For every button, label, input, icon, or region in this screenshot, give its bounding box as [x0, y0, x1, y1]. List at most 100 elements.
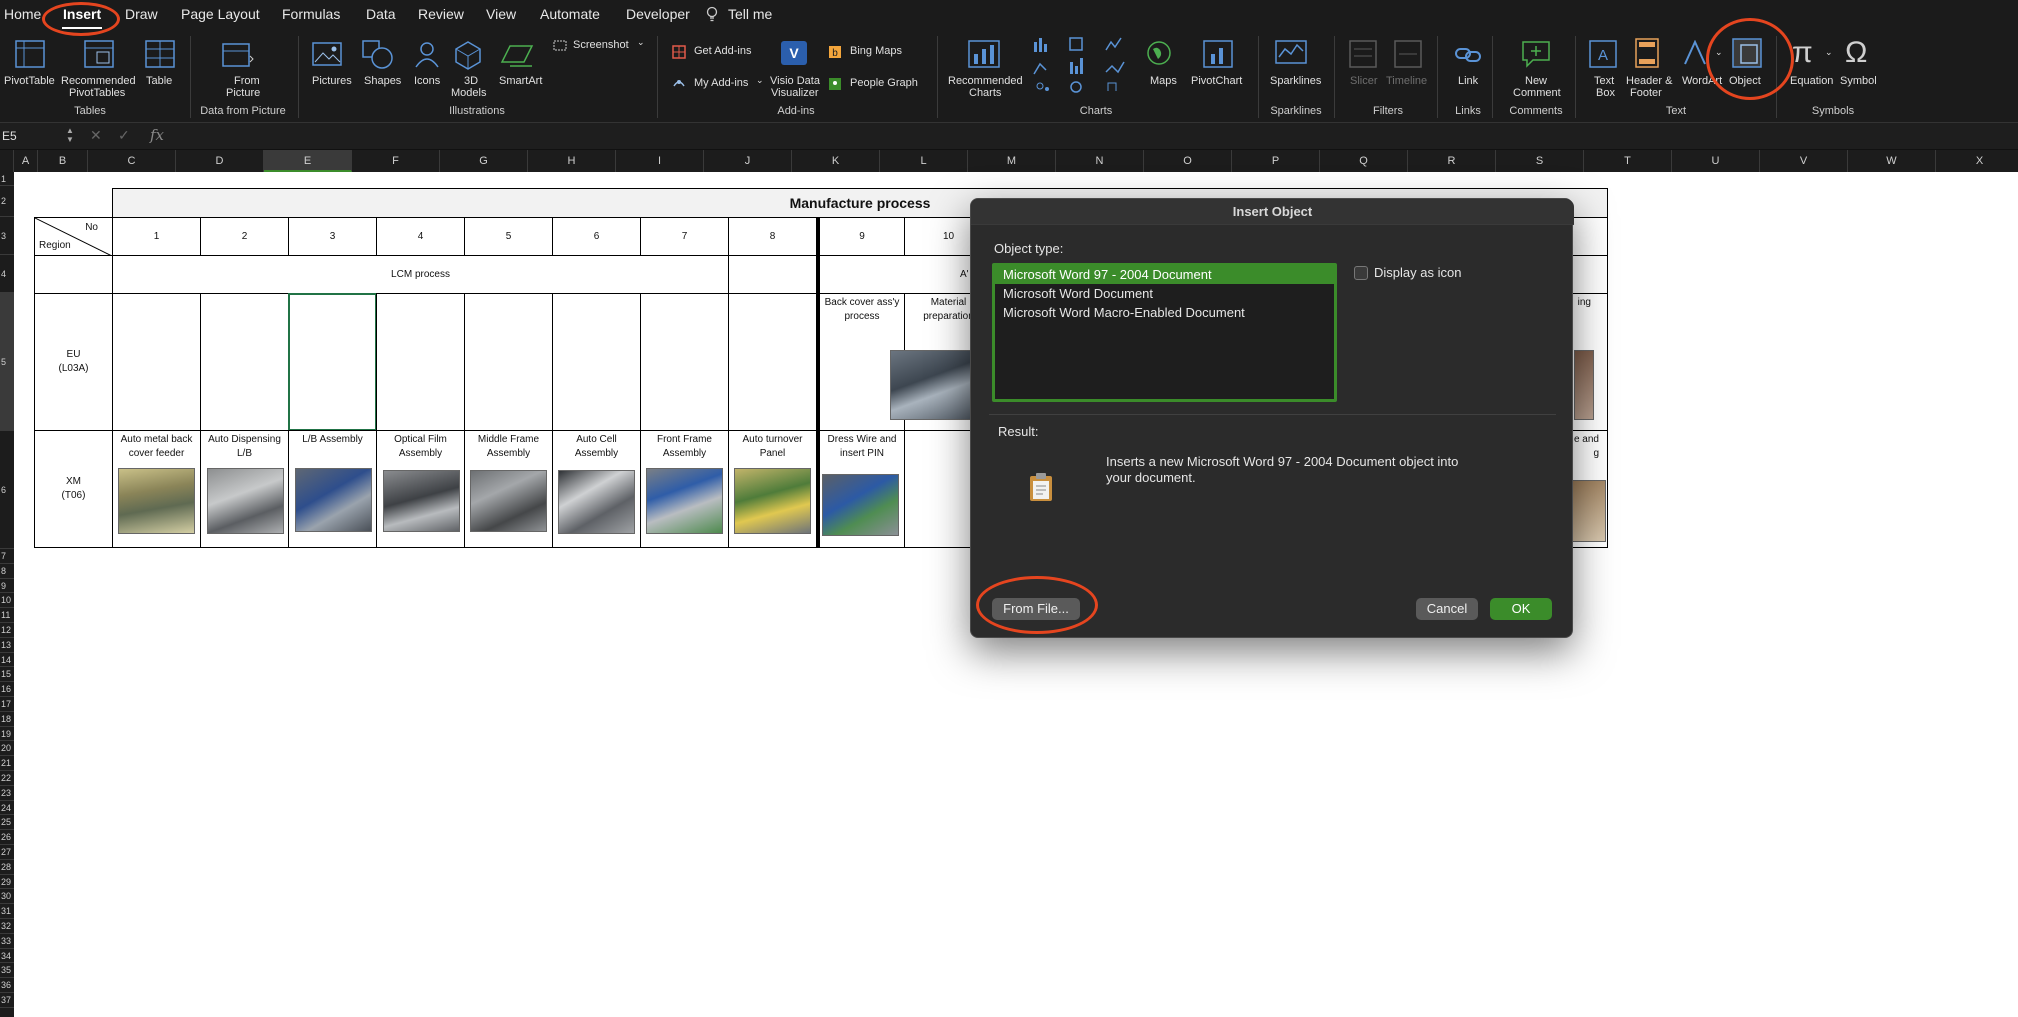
eu-cell[interactable]	[376, 293, 465, 431]
eu-region-cell[interactable]: EU (L03A)	[34, 293, 113, 431]
row-header[interactable]: 37	[0, 993, 14, 1008]
column-header[interactable]: P	[1232, 150, 1320, 172]
column-header[interactable]: J	[704, 150, 792, 172]
column-header[interactable]: R	[1408, 150, 1496, 172]
ok-button[interactable]: OK	[1490, 598, 1552, 620]
process-number[interactable]: 9	[817, 217, 905, 256]
object-type-option-selected[interactable]: Microsoft Word 97 - 2004 Document	[995, 266, 1334, 284]
row-header[interactable]: 2	[0, 186, 14, 217]
object-type-option[interactable]: Microsoft Word Macro-Enabled Document	[995, 304, 1334, 322]
row-header[interactable]: 9	[0, 579, 14, 594]
name-box-stepper-icon[interactable]: ▲ ▼	[66, 126, 74, 144]
tab-developer[interactable]: Developer	[626, 6, 690, 22]
process-number[interactable]: 5	[464, 217, 553, 256]
tab-formulas[interactable]: Formulas	[282, 6, 340, 22]
row-header[interactable]: 3	[0, 217, 14, 255]
eu-cell[interactable]	[640, 293, 729, 431]
row-header[interactable]: 17	[0, 697, 14, 712]
process-number[interactable]: 4	[376, 217, 465, 256]
row-header[interactable]: 29	[0, 875, 14, 890]
column-header[interactable]: X	[1936, 150, 2018, 172]
row4-cell[interactable]	[728, 255, 817, 294]
xm-region-cell[interactable]: XM (T06)	[34, 430, 113, 548]
row-header[interactable]: 5	[0, 293, 14, 431]
process-number[interactable]: 2	[200, 217, 289, 256]
row-header[interactable]: 34	[0, 949, 14, 964]
column-header[interactable]: W	[1848, 150, 1936, 172]
row-header[interactable]: 20	[0, 741, 14, 757]
row-header[interactable]: 31	[0, 904, 14, 919]
row-header[interactable]: 18	[0, 712, 14, 727]
lcm-process-cell[interactable]: LCM process	[112, 255, 729, 294]
tab-review[interactable]: Review	[418, 6, 464, 22]
tab-view[interactable]: View	[486, 6, 516, 22]
fx-icon[interactable]: fx	[150, 126, 164, 144]
column-header[interactable]: K	[792, 150, 880, 172]
column-header[interactable]: I	[616, 150, 704, 172]
column-header[interactable]: L	[880, 150, 968, 172]
row-header[interactable]: 4	[0, 255, 14, 293]
eu-cell[interactable]	[112, 293, 201, 431]
row-header[interactable]: 19	[0, 727, 14, 742]
row-header[interactable]: 30	[0, 889, 14, 905]
column-header[interactable]: U	[1672, 150, 1760, 172]
row-header[interactable]: 25	[0, 815, 14, 831]
row-header[interactable]: 7	[0, 549, 14, 564]
eu-cell[interactable]	[728, 293, 817, 431]
corner-cell[interactable]: No Region	[34, 217, 113, 256]
tab-tell-me[interactable]: Tell me	[728, 6, 772, 22]
row-header[interactable]: 23	[0, 786, 14, 801]
row-header[interactable]: 27	[0, 845, 14, 860]
process-number[interactable]: 6	[552, 217, 641, 256]
column-header[interactable]: V	[1760, 150, 1848, 172]
selected-cell-e5[interactable]	[288, 293, 377, 431]
column-header[interactable]: A	[14, 150, 38, 172]
column-header[interactable]: B	[38, 150, 88, 172]
cancel-formula-icon[interactable]: ✕	[90, 127, 102, 144]
row-header[interactable]: 6	[0, 431, 14, 549]
column-header[interactable]: S	[1496, 150, 1584, 172]
tab-home[interactable]: Home	[4, 6, 41, 22]
row-header[interactable]: 12	[0, 623, 14, 638]
row-header[interactable]: 15	[0, 667, 14, 683]
process-number[interactable]: 3	[288, 217, 377, 256]
column-header[interactable]: O	[1144, 150, 1232, 172]
object-type-list[interactable]: Microsoft Word 97 - 2004 Document Micros…	[992, 263, 1337, 402]
process-number[interactable]: 8	[728, 217, 817, 256]
column-header[interactable]: G	[440, 150, 528, 172]
row-header[interactable]: 11	[0, 608, 14, 623]
tab-data[interactable]: Data	[366, 6, 396, 22]
select-all-corner[interactable]	[0, 150, 14, 172]
tab-page-layout[interactable]: Page Layout	[181, 6, 260, 22]
tab-automate[interactable]: Automate	[540, 6, 600, 22]
row-header[interactable]: 26	[0, 830, 14, 845]
confirm-formula-icon[interactable]: ✓	[118, 127, 130, 144]
column-header[interactable]: H	[528, 150, 616, 172]
row-header[interactable]: 28	[0, 860, 14, 875]
column-header[interactable]: M	[968, 150, 1056, 172]
row-header[interactable]: 35	[0, 963, 14, 979]
row-header[interactable]: 32	[0, 919, 14, 934]
row4-region-cell[interactable]	[34, 255, 113, 294]
row-header[interactable]: 8	[0, 564, 14, 579]
column-header[interactable]: F	[352, 150, 440, 172]
display-as-icon-checkbox[interactable]	[1354, 266, 1368, 280]
column-header[interactable]: Q	[1320, 150, 1408, 172]
row-header[interactable]: 22	[0, 771, 14, 786]
column-header[interactable]: C	[88, 150, 176, 172]
eu-cell[interactable]	[552, 293, 641, 431]
column-header[interactable]: N	[1056, 150, 1144, 172]
column-header[interactable]: T	[1584, 150, 1672, 172]
process-number[interactable]: 1	[112, 217, 201, 256]
eu-cell[interactable]	[200, 293, 289, 431]
column-header[interactable]: E	[264, 150, 352, 172]
object-type-option[interactable]: Microsoft Word Document	[995, 285, 1334, 303]
row-header[interactable]: 1	[0, 172, 14, 186]
formula-input[interactable]	[176, 125, 2018, 147]
column-header[interactable]: D	[176, 150, 264, 172]
row-header[interactable]: 14	[0, 653, 14, 668]
row-header[interactable]: 21	[0, 756, 14, 771]
eu-cell[interactable]	[464, 293, 553, 431]
cancel-button[interactable]: Cancel	[1416, 598, 1478, 620]
row-header[interactable]: 36	[0, 978, 14, 993]
